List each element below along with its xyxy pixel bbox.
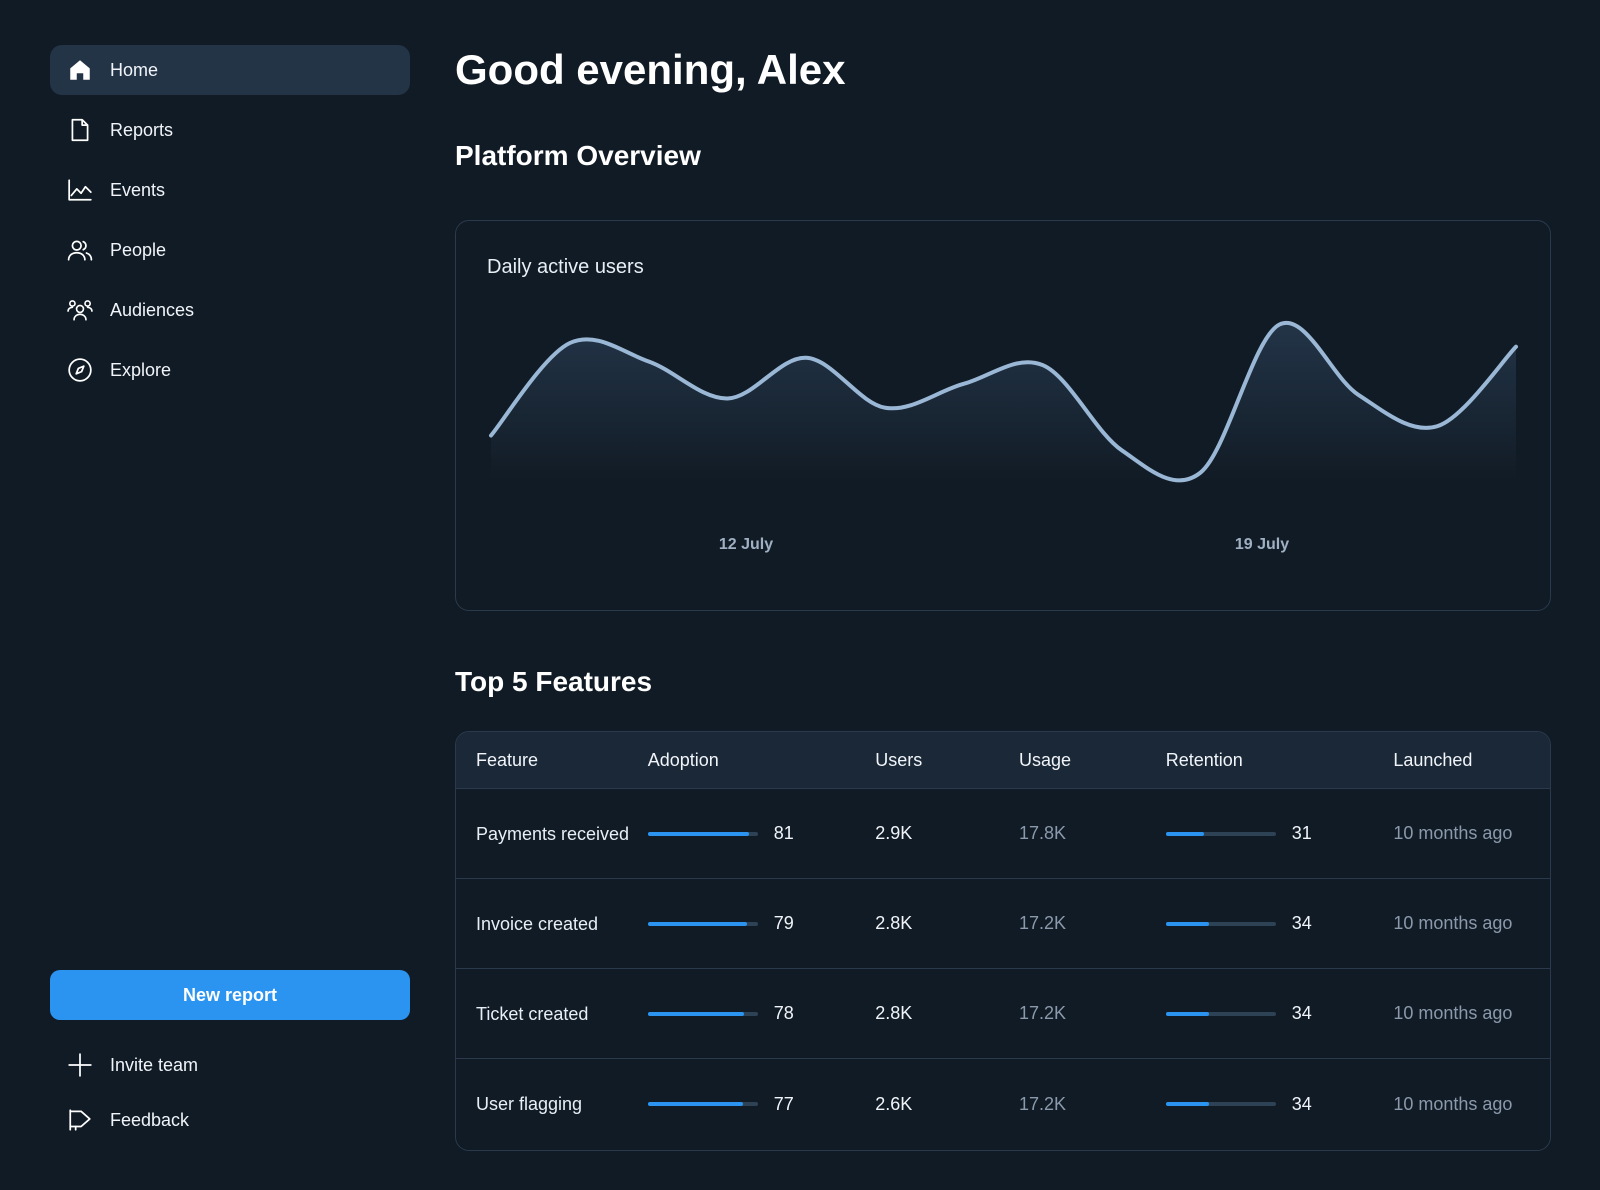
adoption-bar-fill <box>647 1011 745 1016</box>
adoption-bar-fill <box>647 1102 744 1106</box>
sidebar: Home Reports Events People Audiences Exp… <box>50 45 410 1155</box>
column-header-users[interactable]: Users <box>875 750 1019 771</box>
usage-value: 17.8K <box>1019 823 1067 843</box>
adoption-bar <box>647 921 758 926</box>
adoption-value: 78 <box>773 1003 794 1023</box>
table-row[interactable]: Invoice created 79 2.8K 17.2K 34 10 months ag… <box>456 879 1550 969</box>
table-row[interactable]: Payments received 81 2.9K 17.8K 31 10 months … <box>456 789 1550 879</box>
usage-value: 17.2K <box>1019 1003 1067 1023</box>
adoption-cell: 81 <box>647 823 876 844</box>
document-icon <box>66 116 94 144</box>
usage-value: 17.2K <box>1019 1093 1067 1114</box>
retention-cell: 31 <box>1165 823 1394 844</box>
users-value: 2.8K <box>875 913 913 933</box>
retention-cell: 34 <box>1165 913 1394 934</box>
retention-cell: 34 <box>1165 1003 1394 1024</box>
column-header-retention[interactable]: Retention <box>1166 750 1394 771</box>
audience-icon <box>66 296 94 324</box>
x-tick-label: 19 July <box>1235 536 1289 553</box>
retention-value: 31 <box>1291 823 1312 843</box>
overview-title: Platform Overview <box>455 140 701 171</box>
megaphone-icon <box>66 1106 94 1134</box>
sidebar-item-label: Home <box>110 59 159 80</box>
adoption-value: 79 <box>773 913 794 933</box>
retention-bar <box>1165 1011 1276 1016</box>
users-value: 2.6K <box>875 1093 913 1114</box>
adoption-cell: 79 <box>647 913 876 934</box>
retention-bar-fill <box>1165 1011 1209 1016</box>
retention-bar <box>1165 1102 1276 1106</box>
sidebar-item-label: Reports <box>110 119 174 140</box>
table-body: Payments received 81 2.9K 17.8K 31 10 months … <box>456 789 1550 1149</box>
compass-icon <box>66 356 94 384</box>
sidebar-item-people[interactable]: People <box>50 225 410 275</box>
feedback-label: Feedback <box>110 1109 190 1130</box>
sidebar-item-label: People <box>110 239 167 260</box>
sidebar-item-label: Events <box>110 179 166 200</box>
line-chart-icon <box>66 176 94 204</box>
usage-value: 17.2K <box>1019 913 1067 933</box>
column-header-launched[interactable]: Launched <box>1393 750 1550 771</box>
retention-bar <box>1165 921 1276 926</box>
adoption-value: 77 <box>773 1093 794 1114</box>
features-table: Feature Adoption Users Usage Retention L… <box>455 731 1551 1151</box>
column-header-feature[interactable]: Feature <box>456 750 648 771</box>
retention-bar-fill <box>1165 921 1209 926</box>
feedback-link[interactable]: Feedback <box>50 1100 189 1140</box>
feature-name: User flagging <box>476 1094 583 1114</box>
features-title: Top 5 Features <box>455 666 653 697</box>
x-tick-label: 12 July <box>719 536 773 553</box>
sidebar-item-reports[interactable]: Reports <box>50 105 410 155</box>
daily-active-users-chart: 12 July 19 July <box>489 320 1518 553</box>
retention-bar <box>1165 831 1276 836</box>
launched-value: 10 months ago <box>1393 913 1513 933</box>
table-row[interactable]: User flagging 77 2.6K 17.2K 34 10 months ago <box>456 1059 1550 1149</box>
table-header: Feature Adoption Users Usage Retention L… <box>456 732 1550 789</box>
chart-area-fill <box>491 322 1516 481</box>
adoption-bar-fill <box>647 921 747 926</box>
adoption-bar <box>647 831 758 836</box>
launched-value: 10 months ago <box>1393 823 1513 843</box>
feature-name: Payments received <box>476 823 630 844</box>
launched-value: 10 months ago <box>1393 1093 1513 1114</box>
adoption-value: 81 <box>773 823 794 843</box>
daily-active-users-card: Daily active users 12 July 19 July <box>455 220 1551 611</box>
invite-team-link[interactable]: Invite team <box>50 1045 198 1085</box>
retention-bar-fill <box>1165 831 1205 836</box>
column-header-adoption[interactable]: Adoption <box>648 750 876 771</box>
sidebar-item-explore[interactable]: Explore <box>50 345 410 395</box>
column-header-usage[interactable]: Usage <box>1019 750 1166 771</box>
sidebar-item-label: Explore <box>110 359 172 380</box>
adoption-bar <box>647 1102 758 1106</box>
adoption-cell: 77 <box>647 1093 876 1115</box>
sidebar-item-events[interactable]: Events <box>50 165 410 215</box>
adoption-bar-fill <box>647 831 749 836</box>
home-icon <box>66 56 94 84</box>
sidebar-item-audiences[interactable]: Audiences <box>50 285 410 335</box>
retention-cell: 34 <box>1165 1093 1394 1115</box>
retention-value: 34 <box>1291 913 1312 933</box>
retention-value: 34 <box>1291 1003 1312 1023</box>
feature-name: Ticket created <box>476 1003 589 1024</box>
retention-bar-fill <box>1165 1102 1209 1106</box>
retention-value: 34 <box>1291 1093 1312 1114</box>
launched-value: 10 months ago <box>1393 1003 1513 1023</box>
adoption-cell: 78 <box>647 1003 876 1024</box>
sidebar-item-home[interactable]: Home <box>50 45 410 95</box>
app-root: Home Reports Events People Audiences Exp… <box>0 0 1600 1190</box>
feature-name: Invoice created <box>476 913 599 934</box>
plus-icon <box>66 1051 94 1079</box>
invite-team-label: Invite team <box>110 1054 199 1075</box>
table-row[interactable]: Ticket created 78 2.8K 17.2K 34 10 months ago <box>456 969 1550 1059</box>
users-value: 2.8K <box>875 1003 913 1023</box>
people-icon <box>66 236 94 264</box>
users-value: 2.9K <box>875 823 913 843</box>
sidebar-item-label: Audiences <box>110 299 195 320</box>
new-report-button[interactable]: New report <box>50 970 410 1020</box>
page-title: Good evening, Alex <box>455 46 846 93</box>
adoption-bar <box>647 1011 758 1016</box>
